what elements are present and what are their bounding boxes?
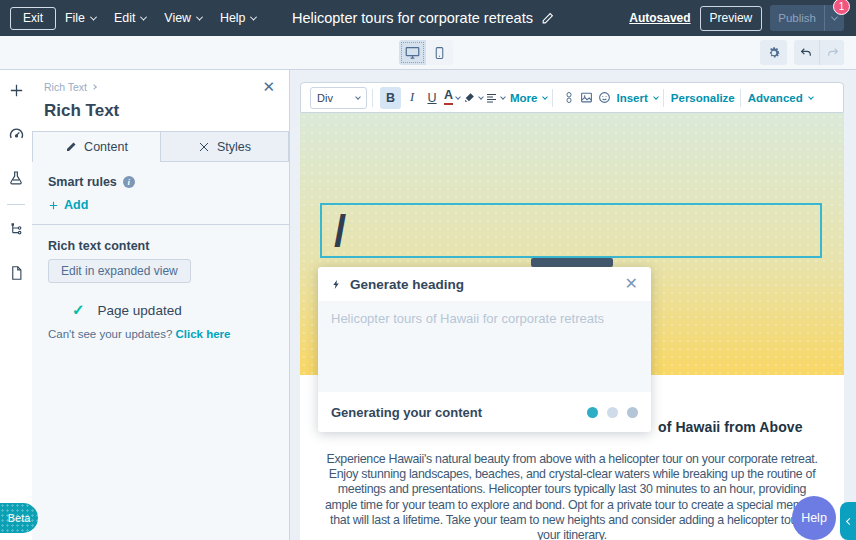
italic-button[interactable]: I bbox=[403, 87, 421, 109]
advanced-menu[interactable]: Advanced bbox=[748, 92, 813, 104]
click-here-link[interactable]: Click here bbox=[176, 328, 231, 340]
edit-title-icon[interactable] bbox=[541, 12, 554, 25]
prompt-input[interactable]: Helicopter tours of Hawaii for corporate… bbox=[318, 301, 651, 392]
tab-content[interactable]: Content bbox=[32, 131, 161, 162]
editor-toolbar bbox=[0, 36, 856, 70]
module-drag-handle[interactable] bbox=[531, 258, 613, 267]
menu-view[interactable]: View bbox=[155, 11, 211, 25]
publish-button-group: Publish 1 bbox=[770, 5, 844, 31]
pencil-icon bbox=[65, 141, 77, 153]
undo-icon bbox=[799, 46, 814, 59]
personalize-button[interactable]: Personalize bbox=[671, 92, 735, 104]
autosaved-link[interactable]: Autosaved bbox=[629, 11, 690, 25]
bold-button[interactable]: B bbox=[380, 87, 401, 109]
more-menu[interactable]: More bbox=[510, 92, 547, 104]
preview-button[interactable]: Preview bbox=[700, 6, 763, 31]
editor-stage: Div B I U A More bbox=[290, 70, 856, 540]
breadcrumb[interactable]: Rich Text bbox=[44, 81, 96, 93]
menu-file[interactable]: File bbox=[56, 11, 105, 25]
top-bar: Exit File Edit View Help Helicopter tour… bbox=[0, 0, 856, 36]
flask-icon bbox=[8, 170, 24, 186]
modal-title: Generate heading bbox=[350, 277, 464, 292]
align-button[interactable] bbox=[485, 87, 505, 109]
page-updated-status: ✓ Page updated bbox=[72, 301, 273, 319]
test-button[interactable] bbox=[0, 164, 32, 192]
insert-menu[interactable]: Insert bbox=[616, 92, 657, 104]
section-heading: of Hawaii from Above bbox=[658, 419, 803, 435]
beta-badge[interactable]: Beta bbox=[0, 503, 38, 533]
plus-icon bbox=[8, 82, 25, 99]
selected-rich-text-module[interactable]: / bbox=[320, 203, 822, 258]
slash-command-text: / bbox=[334, 206, 346, 256]
panel-title: Rich Text bbox=[44, 101, 275, 121]
gear-icon bbox=[767, 46, 781, 60]
tab-styles[interactable]: Styles bbox=[161, 131, 289, 162]
emoji-icon[interactable] bbox=[598, 91, 611, 104]
align-icon bbox=[485, 92, 498, 104]
optimize-button[interactable] bbox=[0, 120, 32, 148]
exit-button[interactable]: Exit bbox=[10, 7, 56, 30]
brush-icon bbox=[198, 141, 210, 153]
modal-close-icon[interactable]: ✕ bbox=[625, 276, 638, 292]
desktop-view-button[interactable] bbox=[399, 40, 426, 65]
menu-help[interactable]: Help bbox=[211, 11, 265, 25]
menu-bar: File Edit View Help bbox=[56, 11, 265, 25]
add-smart-rule-link[interactable]: Add bbox=[48, 198, 273, 212]
document-icon bbox=[9, 265, 24, 281]
left-icon-rail bbox=[0, 70, 32, 540]
notification-badge[interactable]: 1 bbox=[833, 0, 850, 15]
page-title: Helicopter tours for corporate retreats bbox=[292, 0, 554, 36]
collapse-drawer-tab[interactable] bbox=[840, 502, 856, 540]
device-toggle bbox=[399, 40, 453, 65]
updates-hint: Can't see your updates? Click here bbox=[48, 328, 273, 340]
monitor-icon bbox=[405, 45, 420, 60]
redo-button[interactable] bbox=[819, 40, 844, 65]
add-module-button[interactable] bbox=[0, 76, 32, 104]
redo-icon bbox=[825, 46, 840, 59]
rail-divider bbox=[7, 204, 25, 205]
publish-button[interactable]: Publish bbox=[770, 5, 824, 31]
image-icon[interactable] bbox=[580, 91, 593, 104]
help-button[interactable]: Help bbox=[792, 496, 836, 540]
module-panel: Rich Text ✕ Rich Text Content Styles Sma… bbox=[32, 70, 290, 540]
undo-button[interactable] bbox=[794, 40, 819, 65]
smartphone-icon bbox=[433, 46, 446, 60]
font-color-button[interactable]: A bbox=[443, 87, 461, 109]
section-paragraph: Experience Hawaii's natural beauty from … bbox=[302, 452, 842, 540]
undo-redo-group bbox=[794, 40, 844, 65]
generating-status: Generating your content bbox=[331, 405, 482, 420]
gauge-icon bbox=[8, 126, 25, 143]
structure-button[interactable] bbox=[0, 215, 32, 243]
highlight-button[interactable] bbox=[463, 87, 483, 109]
close-panel-icon[interactable]: ✕ bbox=[262, 79, 275, 94]
smart-rules-label: Smart rules i bbox=[48, 175, 273, 189]
plus-icon bbox=[48, 200, 59, 211]
marker-icon bbox=[463, 91, 476, 104]
mobile-view-button[interactable] bbox=[426, 40, 453, 65]
rich-text-content-label: Rich text content bbox=[48, 239, 273, 253]
menu-edit[interactable]: Edit bbox=[105, 11, 155, 25]
check-icon: ✓ bbox=[72, 301, 85, 319]
lightning-icon bbox=[331, 278, 342, 291]
edit-expanded-view-button[interactable]: Edit in expanded view bbox=[48, 259, 191, 283]
page-content-button[interactable] bbox=[0, 259, 32, 287]
tree-icon bbox=[9, 222, 24, 237]
loading-dots bbox=[587, 407, 638, 418]
block-format-select[interactable]: Div bbox=[310, 87, 367, 109]
rich-text-toolbar: Div B I U A More bbox=[300, 82, 844, 113]
generate-heading-modal: Generate heading ✕ Helicopter tours of H… bbox=[318, 267, 651, 432]
link-icon[interactable] bbox=[563, 91, 575, 104]
underline-button[interactable]: U bbox=[423, 87, 441, 109]
settings-button[interactable] bbox=[760, 40, 787, 65]
info-icon[interactable]: i bbox=[123, 176, 135, 188]
